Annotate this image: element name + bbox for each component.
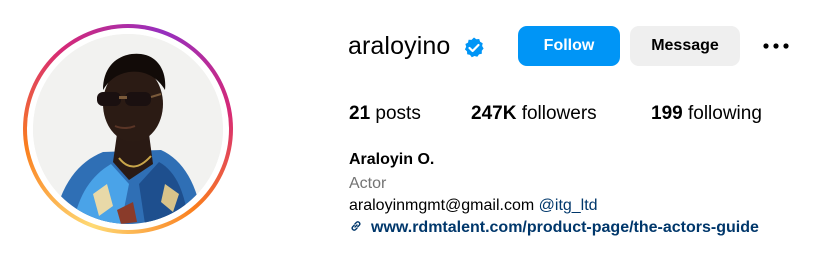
message-button[interactable]: Message: [630, 26, 740, 66]
verified-badge-icon: [464, 37, 484, 58]
following-number: 199: [651, 103, 683, 124]
followers-count[interactable]: 247K followers: [471, 102, 597, 126]
following-label: following: [682, 103, 762, 124]
profile-header: araloyino Follow Message 21 posts 247K f…: [0, 0, 830, 262]
more-horizontal-icon[interactable]: [760, 36, 792, 56]
full-name: Araloyin O.: [349, 151, 435, 168]
bio-email: araloyinmgmt@gmail.com: [349, 197, 535, 214]
category-label: Actor: [349, 175, 387, 192]
external-link[interactable]: www.rdmtalent.com/product-page/the-actor…: [349, 218, 759, 240]
avatar[interactable]: [33, 34, 223, 224]
following-count[interactable]: 199 following: [651, 102, 762, 126]
username: araloyino: [348, 32, 451, 60]
external-link-text: www.rdmtalent.com/product-page/the-actor…: [371, 219, 759, 236]
story-ring[interactable]: [23, 24, 233, 234]
posts-count: 21 posts: [349, 102, 421, 126]
follow-button[interactable]: Follow: [518, 26, 620, 66]
bio-mention-link[interactable]: @itg_ltd: [539, 197, 598, 214]
posts-label: posts: [370, 103, 421, 124]
link-icon: [351, 221, 361, 231]
followers-label: followers: [516, 103, 597, 124]
avatar-photo-image: [33, 34, 223, 224]
avatar-gap: [27, 28, 229, 230]
posts-number: 21: [349, 103, 371, 124]
followers-number: 247K: [471, 103, 517, 124]
bio-contact-line: araloyinmgmt@gmail.com @itg_ltd: [349, 196, 598, 216]
